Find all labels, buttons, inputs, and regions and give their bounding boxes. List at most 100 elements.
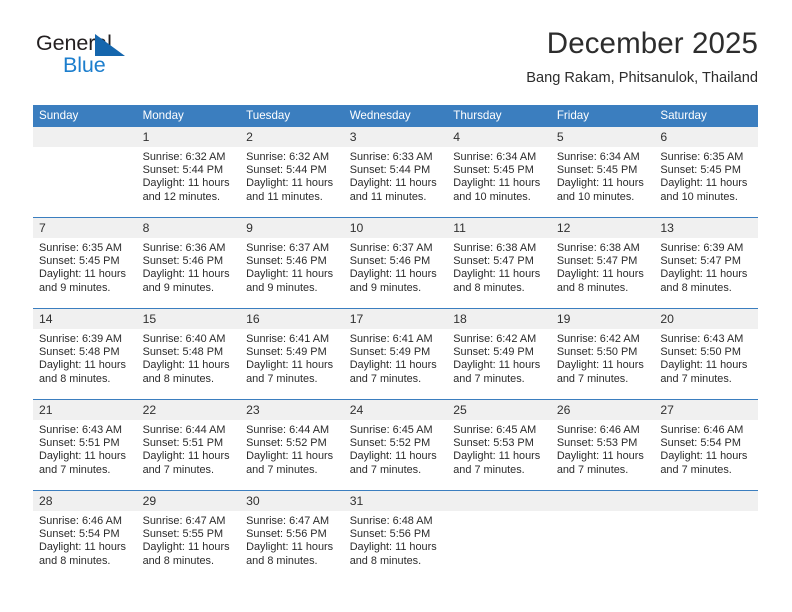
sunset-text: Sunset: 5:44 PM [246,164,327,177]
daylight-text-line1: Daylight: 11 hours [660,177,748,190]
sunrise-text: Sunrise: 6:46 AM [660,424,744,436]
calendar-day-cell[interactable]: 30 Sunrise: 6:47 AM Sunset: 5:56 PM Dayligh… [240,490,344,581]
daylight-text-line2: and 9 minutes. [349,281,422,294]
daylight-text-line1: Daylight: 11 hours [246,541,334,554]
day-number: 21 [33,400,137,420]
sunset-text: Sunset: 5:50 PM [556,346,638,359]
sunset-text: Sunset: 5:49 PM [453,346,534,359]
day-details: Sunrise: 6:39 AM Sunset: 5:48 PM Daylight:… [33,329,137,386]
daylight-text-line1: Daylight: 11 hours [556,359,644,372]
calendar-day-cell[interactable]: 22 Sunrise: 6:44 AM Sunset: 5:51 PM Dayligh… [136,399,241,491]
day-details: Sunrise: 6:45 AM Sunset: 5:53 PM Daylight:… [447,420,551,477]
day-number: 19 [550,309,655,329]
day-cell: 12 Sunrise: 6:38 AM Sunset: 5:47 PM Dayligh… [550,218,655,308]
calendar-day-cell[interactable]: 2 Sunrise: 6:32 AM Sunset: 5:44 PM Daylight… [240,127,344,218]
calendar-day-cell[interactable]: 31 Sunrise: 6:48 AM Sunset: 5:56 PM Dayligh… [343,490,448,581]
page-header: General Blue December 2025 Bang Rakam, P… [33,26,758,98]
day-details: Sunrise: 6:45 AM Sunset: 5:52 PM Daylight:… [344,420,448,477]
daylight-text-line2: and 7 minutes. [556,463,629,476]
calendar-day-cell[interactable]: 28 Sunrise: 6:46 AM Sunset: 5:54 PM Dayligh… [33,490,137,581]
calendar-day-cell[interactable]: 4 Sunrise: 6:34 AM Sunset: 5:45 PM Daylight… [447,127,551,218]
calendar-week-row: 28 Sunrise: 6:46 AM Sunset: 5:54 PM Dayligh… [33,490,758,581]
daylight-text-line2: and 10 minutes. [660,190,738,203]
calendar-day-cell[interactable]: 17 Sunrise: 6:41 AM Sunset: 5:49 PM Dayligh… [343,308,448,400]
calendar-day-cell[interactable]: 10 Sunrise: 6:37 AM Sunset: 5:46 PM Dayligh… [343,217,448,309]
calendar-day-cell[interactable]: 6 Sunrise: 6:35 AM Sunset: 5:45 PM Daylight… [654,127,758,218]
day-cell: 24 Sunrise: 6:45 AM Sunset: 5:52 PM Dayligh… [343,400,448,490]
calendar-day-cell[interactable]: 7 Sunrise: 6:35 AM Sunset: 5:45 PM Daylight… [33,217,137,309]
calendar-day-cell[interactable]: 13 Sunrise: 6:39 AM Sunset: 5:47 PM Dayligh… [654,217,758,309]
sunset-text: Sunset: 5:50 PM [660,346,741,359]
calendar-day-cell[interactable]: 8 Sunrise: 6:36 AM Sunset: 5:46 PM Daylight… [136,217,241,309]
calendar-day-cell[interactable]: 9 Sunrise: 6:37 AM Sunset: 5:46 PM Daylight… [240,217,344,309]
day-details: Sunrise: 6:38 AM Sunset: 5:47 PM Daylight:… [447,238,551,295]
day-cell: 17 Sunrise: 6:41 AM Sunset: 5:49 PM Dayligh… [343,309,448,399]
brand-logo[interactable]: General Blue [33,30,273,90]
calendar-day-cell[interactable]: 16 Sunrise: 6:41 AM Sunset: 5:49 PM Dayligh… [240,308,344,400]
daylight-text-line2: and 7 minutes. [142,463,215,476]
calendar-day-cell[interactable]: 26 Sunrise: 6:46 AM Sunset: 5:53 PM Dayligh… [550,399,655,491]
calendar-day-cell[interactable]: 20 Sunrise: 6:43 AM Sunset: 5:50 PM Dayligh… [654,308,758,400]
sunrise-text: Sunrise: 6:39 AM [39,333,122,345]
calendar-day-cell[interactable]: 19 Sunrise: 6:42 AM Sunset: 5:50 PM Dayligh… [550,308,655,400]
calendar-day-cell[interactable]: 1 Sunrise: 6:32 AM Sunset: 5:44 PM Daylight… [136,127,241,218]
calendar-day-cell[interactable]: 21 Sunrise: 6:43 AM Sunset: 5:51 PM Dayligh… [33,399,137,491]
day-number: 25 [447,400,551,420]
sunrise-text: Sunrise: 6:45 AM [453,424,537,436]
sunset-text: Sunset: 5:48 PM [39,346,120,359]
sunrise-text: Sunrise: 6:44 AM [142,424,226,436]
day-details: Sunrise: 6:46 AM Sunset: 5:54 PM Daylight:… [654,420,758,477]
sunset-text: Sunset: 5:54 PM [39,528,120,541]
daylight-text-line2: and 10 minutes. [556,190,635,203]
day-details: Sunrise: 6:44 AM Sunset: 5:52 PM Daylight:… [240,420,344,477]
day-details: Sunrise: 6:43 AM Sunset: 5:51 PM Daylight:… [33,420,137,477]
sunset-text: Sunset: 5:47 PM [660,255,741,268]
day-cell: 20 Sunrise: 6:43 AM Sunset: 5:50 PM Dayligh… [654,309,758,399]
calendar-day-cell[interactable]: 11 Sunrise: 6:38 AM Sunset: 5:47 PM Dayligh… [447,217,551,309]
sunset-text: Sunset: 5:47 PM [556,255,638,268]
day-details: Sunrise: 6:39 AM Sunset: 5:47 PM Daylight:… [654,238,758,295]
sunrise-text: Sunrise: 6:42 AM [556,333,640,345]
calendar-day-cell[interactable]: 18 Sunrise: 6:42 AM Sunset: 5:49 PM Dayligh… [447,308,551,400]
daylight-text-line1: Daylight: 11 hours [39,268,126,281]
calendar-day-cell[interactable]: 25 Sunrise: 6:45 AM Sunset: 5:53 PM Dayligh… [447,399,551,491]
day-number: 28 [33,491,137,511]
daylight-text-line1: Daylight: 11 hours [142,450,230,463]
daylight-text-line1: Daylight: 11 hours [453,177,541,190]
calendar-week-row: 7 Sunrise: 6:35 AM Sunset: 5:45 PM Daylight… [33,217,758,309]
calendar-day-cell[interactable]: 12 Sunrise: 6:38 AM Sunset: 5:47 PM Dayligh… [550,217,655,309]
daylight-text-line2: and 10 minutes. [453,190,531,203]
daylight-text-line2: and 8 minutes. [142,372,215,385]
day-number: 16 [240,309,344,329]
calendar-day-cell[interactable]: 14 Sunrise: 6:39 AM Sunset: 5:48 PM Dayligh… [33,308,137,400]
day-cell: 28 Sunrise: 6:46 AM Sunset: 5:54 PM Dayligh… [33,491,137,581]
sunset-text: Sunset: 5:48 PM [142,346,224,359]
day-cell: 1 Sunrise: 6:32 AM Sunset: 5:44 PM Daylight… [136,127,241,217]
page-title: December 2025 [546,27,758,60]
calendar-day-cell [550,490,655,581]
calendar-day-cell[interactable]: 3 Sunrise: 6:33 AM Sunset: 5:44 PM Daylight… [343,127,448,218]
day-number [550,491,655,511]
day-number: 27 [654,400,758,420]
daylight-text-line2: and 8 minutes. [39,372,111,385]
day-details: Sunrise: 6:46 AM Sunset: 5:53 PM Daylight:… [551,420,655,477]
daylight-text-line1: Daylight: 11 hours [556,177,644,190]
day-details: Sunrise: 6:35 AM Sunset: 5:45 PM Daylight:… [33,238,137,295]
calendar-day-cell[interactable]: 29 Sunrise: 6:47 AM Sunset: 5:55 PM Dayligh… [136,490,241,581]
calendar-week-row: 1 Sunrise: 6:32 AM Sunset: 5:44 PM Daylight… [33,127,758,218]
calendar-day-cell[interactable]: 24 Sunrise: 6:45 AM Sunset: 5:52 PM Dayligh… [343,399,448,491]
daylight-text-line1: Daylight: 11 hours [142,541,230,554]
daylight-text-line2: and 7 minutes. [246,372,318,385]
calendar-day-cell[interactable]: 27 Sunrise: 6:46 AM Sunset: 5:54 PM Dayligh… [654,399,758,491]
calendar-day-cell[interactable]: 23 Sunrise: 6:44 AM Sunset: 5:52 PM Dayligh… [240,399,344,491]
day-number: 31 [343,491,448,511]
calendar-day-cell[interactable]: 15 Sunrise: 6:40 AM Sunset: 5:48 PM Dayligh… [136,308,241,400]
sunrise-text: Sunrise: 6:42 AM [453,333,537,345]
day-number: 1 [136,127,241,147]
calendar-day-cell[interactable]: 5 Sunrise: 6:34 AM Sunset: 5:45 PM Daylight… [550,127,655,218]
day-details: Sunrise: 6:32 AM Sunset: 5:44 PM Daylight:… [137,147,241,204]
sunrise-text: Sunrise: 6:41 AM [246,333,330,345]
empty-day-cell [447,491,551,581]
weekday-header-tuesday: Tuesday [240,105,344,127]
day-details: Sunrise: 6:36 AM Sunset: 5:46 PM Daylight:… [137,238,241,295]
